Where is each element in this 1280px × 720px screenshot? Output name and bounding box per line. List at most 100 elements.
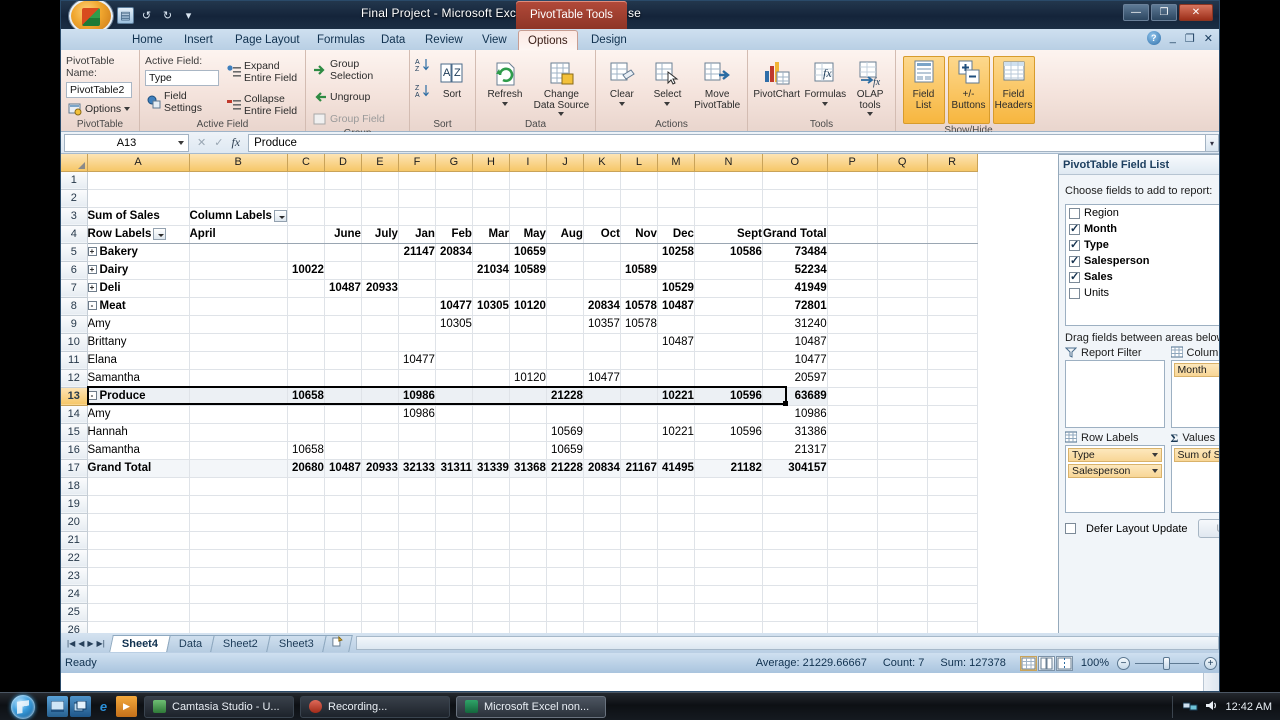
pivot-row-label-cell[interactable]: Hannah xyxy=(87,423,190,442)
grand-total-value[interactable]: 20933 xyxy=(361,458,399,478)
switch-window-icon[interactable] xyxy=(70,696,91,717)
grid-cell[interactable] xyxy=(546,171,584,190)
sheet-tab-data[interactable]: Data xyxy=(166,634,215,652)
grid-cell[interactable] xyxy=(762,495,828,514)
grid-cell[interactable] xyxy=(287,477,325,496)
pivot-value-cell[interactable] xyxy=(189,261,288,280)
grid-cell[interactable] xyxy=(762,207,828,226)
grid-cell[interactable] xyxy=(287,495,325,514)
pivot-value-cell[interactable] xyxy=(657,315,695,334)
pivot-value-cell[interactable] xyxy=(324,423,362,442)
grid-cell[interactable] xyxy=(546,531,584,550)
grid-cell[interactable] xyxy=(361,477,399,496)
pivot-value-cell[interactable]: 21034 xyxy=(472,261,510,280)
customize-qat-icon[interactable]: ▾ xyxy=(180,7,197,24)
field-item-units[interactable]: Units xyxy=(1066,285,1219,301)
ribbon-restore-button[interactable]: ❐ xyxy=(1185,32,1195,45)
column-header-P[interactable]: P xyxy=(827,154,878,172)
grid-cell[interactable] xyxy=(189,477,288,496)
pivot-value-cell[interactable] xyxy=(189,405,288,424)
change-data-source-button[interactable]: Change Data Source xyxy=(533,57,590,116)
tab-data[interactable]: Data xyxy=(372,30,414,50)
grand-total-value[interactable]: 31311 xyxy=(435,458,473,478)
grid-cell[interactable] xyxy=(927,603,978,622)
grid-cell[interactable] xyxy=(927,477,978,496)
grand-total-value[interactable]: 304157 xyxy=(762,458,828,478)
grid-cell[interactable] xyxy=(877,567,928,586)
grid-cell[interactable] xyxy=(657,207,695,226)
grid-cell[interactable] xyxy=(361,189,399,208)
pivot-value-cell[interactable] xyxy=(620,387,658,406)
grid-cell[interactable] xyxy=(87,189,190,208)
pivot-value-cell[interactable] xyxy=(398,333,436,352)
field-checkbox[interactable] xyxy=(1069,207,1080,219)
zoom-slider[interactable]: − + xyxy=(1117,656,1217,670)
grid-cell[interactable] xyxy=(87,495,190,514)
grid-cell[interactable] xyxy=(927,405,978,424)
taskbar-clock[interactable]: 12:42 AM xyxy=(1226,701,1272,713)
column-label-header[interactable]: Mar xyxy=(472,225,510,244)
grid-cell[interactable] xyxy=(762,603,828,622)
sheet-grid[interactable]: A B C D E F G H I J K L M N O P Q R 1 2 … xyxy=(61,154,1053,654)
media-player-icon[interactable]: ▶ xyxy=(116,696,137,717)
grid-cell[interactable] xyxy=(827,603,878,622)
grid-cell[interactable] xyxy=(398,189,436,208)
zoom-thumb[interactable] xyxy=(1163,656,1170,670)
sheet-tab-sheet4[interactable]: Sheet4 xyxy=(108,634,171,652)
row-header-21[interactable]: 21 xyxy=(61,531,88,550)
pivot-value-cell[interactable]: 10022 xyxy=(287,261,325,280)
pivot-value-cell[interactable] xyxy=(398,261,436,280)
grid-cell[interactable] xyxy=(472,513,510,532)
pivot-value-cell[interactable] xyxy=(361,243,399,262)
grid-cell[interactable] xyxy=(877,171,928,190)
grid-cell[interactable] xyxy=(620,495,658,514)
grid-cell[interactable] xyxy=(472,549,510,568)
grid-cell[interactable] xyxy=(509,603,547,622)
pivot-value-cell[interactable] xyxy=(583,333,621,352)
pivot-row-label-cell[interactable]: Brittany xyxy=(87,333,190,352)
grid-cell[interactable] xyxy=(509,549,547,568)
pivot-value-cell[interactable] xyxy=(287,279,325,298)
pivot-value-cell[interactable]: 10258 xyxy=(657,243,695,262)
grid-cell[interactable] xyxy=(435,585,473,604)
pivot-value-cell[interactable]: 10589 xyxy=(509,261,547,280)
column-labels-filter-icon[interactable] xyxy=(273,209,287,222)
pivot-value-cell[interactable]: 10589 xyxy=(620,261,658,280)
pivot-value-cell[interactable] xyxy=(583,387,621,406)
grid-cell[interactable] xyxy=(361,495,399,514)
pivot-row-label-cell[interactable]: Samantha xyxy=(87,441,190,460)
system-tray[interactable]: 12:42 AM xyxy=(1171,695,1280,718)
grid-cell[interactable] xyxy=(694,585,763,604)
column-header-Q[interactable]: Q xyxy=(877,154,928,172)
grand-total-value[interactable]: 32133 xyxy=(398,458,436,478)
grid-cell[interactable] xyxy=(877,189,928,208)
column-label-header[interactable]: Sept xyxy=(694,225,763,244)
column-header-R[interactable]: R xyxy=(927,154,978,172)
pivot-value-cell[interactable]: 52234 xyxy=(762,261,828,280)
pivot-value-cell[interactable]: 10477 xyxy=(435,297,473,316)
grid-cell[interactable] xyxy=(509,477,547,496)
grid-cell[interactable] xyxy=(398,495,436,514)
grid-cell[interactable] xyxy=(657,567,695,586)
grid-cell[interactable] xyxy=(583,603,621,622)
grid-cell[interactable] xyxy=(546,567,584,586)
grid-cell[interactable] xyxy=(435,567,473,586)
pivot-value-cell[interactable] xyxy=(324,315,362,334)
grid-cell[interactable] xyxy=(877,585,928,604)
grid-cell[interactable] xyxy=(435,531,473,550)
insert-worksheet-button[interactable] xyxy=(322,634,353,652)
pivot-value-cell[interactable] xyxy=(189,243,288,262)
grid-cell[interactable] xyxy=(398,513,436,532)
grid-cell[interactable] xyxy=(827,513,878,532)
grid-cell[interactable] xyxy=(694,513,763,532)
grid-cell[interactable] xyxy=(583,567,621,586)
grid-cell[interactable] xyxy=(435,171,473,190)
grid-cell[interactable] xyxy=(361,603,399,622)
grid-cell[interactable] xyxy=(657,513,695,532)
chevron-down-icon[interactable] xyxy=(1151,469,1158,473)
grid-cell[interactable] xyxy=(927,189,978,208)
grid-cell[interactable] xyxy=(546,189,584,208)
pivot-value-cell[interactable] xyxy=(435,351,473,370)
sort-ascending-button[interactable]: AZ xyxy=(415,57,430,75)
field-settings-button[interactable]: Field Settings xyxy=(145,89,219,115)
